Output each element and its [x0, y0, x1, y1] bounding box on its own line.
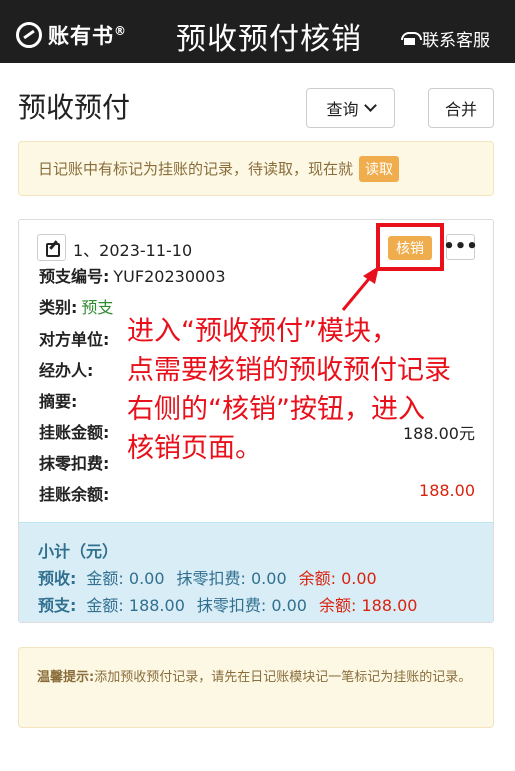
- bill-no-row: 预支编号: YUF20230003: [39, 263, 226, 287]
- annotation-line: 右侧的“核销”按钮，进入: [127, 394, 425, 425]
- notice-text: 日记账中有标记为挂账的记录，待读取，现在就: [38, 160, 354, 178]
- logo[interactable]: 账有书®: [16, 20, 127, 50]
- receive-label: 预收:: [38, 569, 77, 588]
- more-button[interactable]: •••: [443, 234, 478, 260]
- query-button[interactable]: 查询: [306, 88, 395, 128]
- subtotal-panel: 小计（元） 预收: 金额: 0.00 抹零扣费: 0.00 余额: 0.00 预支: 金…: [19, 522, 493, 622]
- type-label: 类别:: [39, 298, 78, 317]
- logo-icon: [16, 22, 42, 48]
- counterparty-label: 对方单位:: [39, 330, 110, 349]
- subtotal-title: 小计（元）: [38, 542, 119, 561]
- chevron-down-icon: [363, 99, 377, 112]
- tip-text: 添加预收预付记录，请先在日记账模块记一笔标记为挂账的记录。: [94, 670, 472, 685]
- receive-rounding: 抹零扣费: 0.00: [176, 569, 287, 588]
- receive-amount: 金额: 0.00: [86, 569, 165, 588]
- prepay-line: 预支: 金额: 188.00 抹零扣费: 0.00 余额: 188.00: [38, 592, 474, 616]
- annotation-text: 进入“预收预付”模块， 点需要核销的预收预付记录 右侧的“核销”按钮，进入 核销…: [127, 312, 497, 468]
- annotation-line: 点需要核销的预收预付记录: [127, 355, 451, 386]
- rounding-label: 抹零扣费:: [39, 454, 110, 473]
- summary-label: 摘要:: [39, 392, 78, 411]
- top-bar: 账有书® 预收预付核销 联系客服: [0, 0, 515, 63]
- bill-no-label: 预支编号:: [39, 267, 110, 286]
- record-index-date: 1、2023-11-10: [73, 241, 193, 260]
- prepay-rounding: 抹零扣费: 0.00: [196, 596, 307, 615]
- tip-box: 温馨提示:添加预收预付记录，请先在日记账模块记一笔标记为挂账的记录。: [18, 647, 494, 728]
- app-title: 预收预付核销: [176, 22, 362, 57]
- receive-line: 预收: 金额: 0.00 抹零扣费: 0.00 余额: 0.00: [38, 565, 474, 589]
- contact-service-link[interactable]: 联系客服: [401, 26, 490, 51]
- amount-label: 挂账金额:: [39, 423, 110, 442]
- type-row: 类别: 预支: [39, 294, 113, 318]
- tip-label: 温馨提示:: [37, 670, 95, 685]
- receive-balance: 余额: 0.00: [298, 569, 377, 588]
- prepay-amount: 金额: 188.00: [86, 596, 185, 615]
- writeoff-button[interactable]: 核销: [388, 236, 432, 260]
- handler-label: 经办人:: [39, 361, 94, 380]
- prepay-label: 预支:: [38, 596, 77, 615]
- merge-button[interactable]: 合并: [428, 88, 494, 128]
- annotation-line: 核销页面。: [127, 433, 262, 464]
- record-body: 1、2023-11-10 核销 ••• 预支编号: YUF20230003 类别:…: [19, 220, 493, 522]
- query-label: 查询: [326, 100, 359, 119]
- logo-text: 账有书®: [48, 24, 127, 48]
- pending-notice: 日记账中有标记为挂账的记录，待读取，现在就 读取: [18, 141, 494, 196]
- contact-service-label: 联系客服: [422, 31, 490, 51]
- phone-icon: [401, 32, 422, 45]
- annotation-line: 进入“预收预付”模块，: [127, 316, 398, 347]
- record-card: 1、2023-11-10 核销 ••• 预支编号: YUF20230003 类别:…: [18, 219, 494, 623]
- type-value: 预支: [81, 298, 114, 317]
- bill-no-value: YUF20230003: [113, 267, 226, 286]
- balance-value: 188.00: [419, 481, 475, 500]
- page-title: 预收预付: [18, 91, 131, 124]
- prepay-balance: 余额: 188.00: [318, 596, 418, 615]
- annotation-arrow: [341, 266, 379, 311]
- read-button[interactable]: 读取: [359, 155, 400, 182]
- edit-icon[interactable]: [37, 234, 66, 261]
- balance-label: 挂账余额:: [39, 485, 110, 504]
